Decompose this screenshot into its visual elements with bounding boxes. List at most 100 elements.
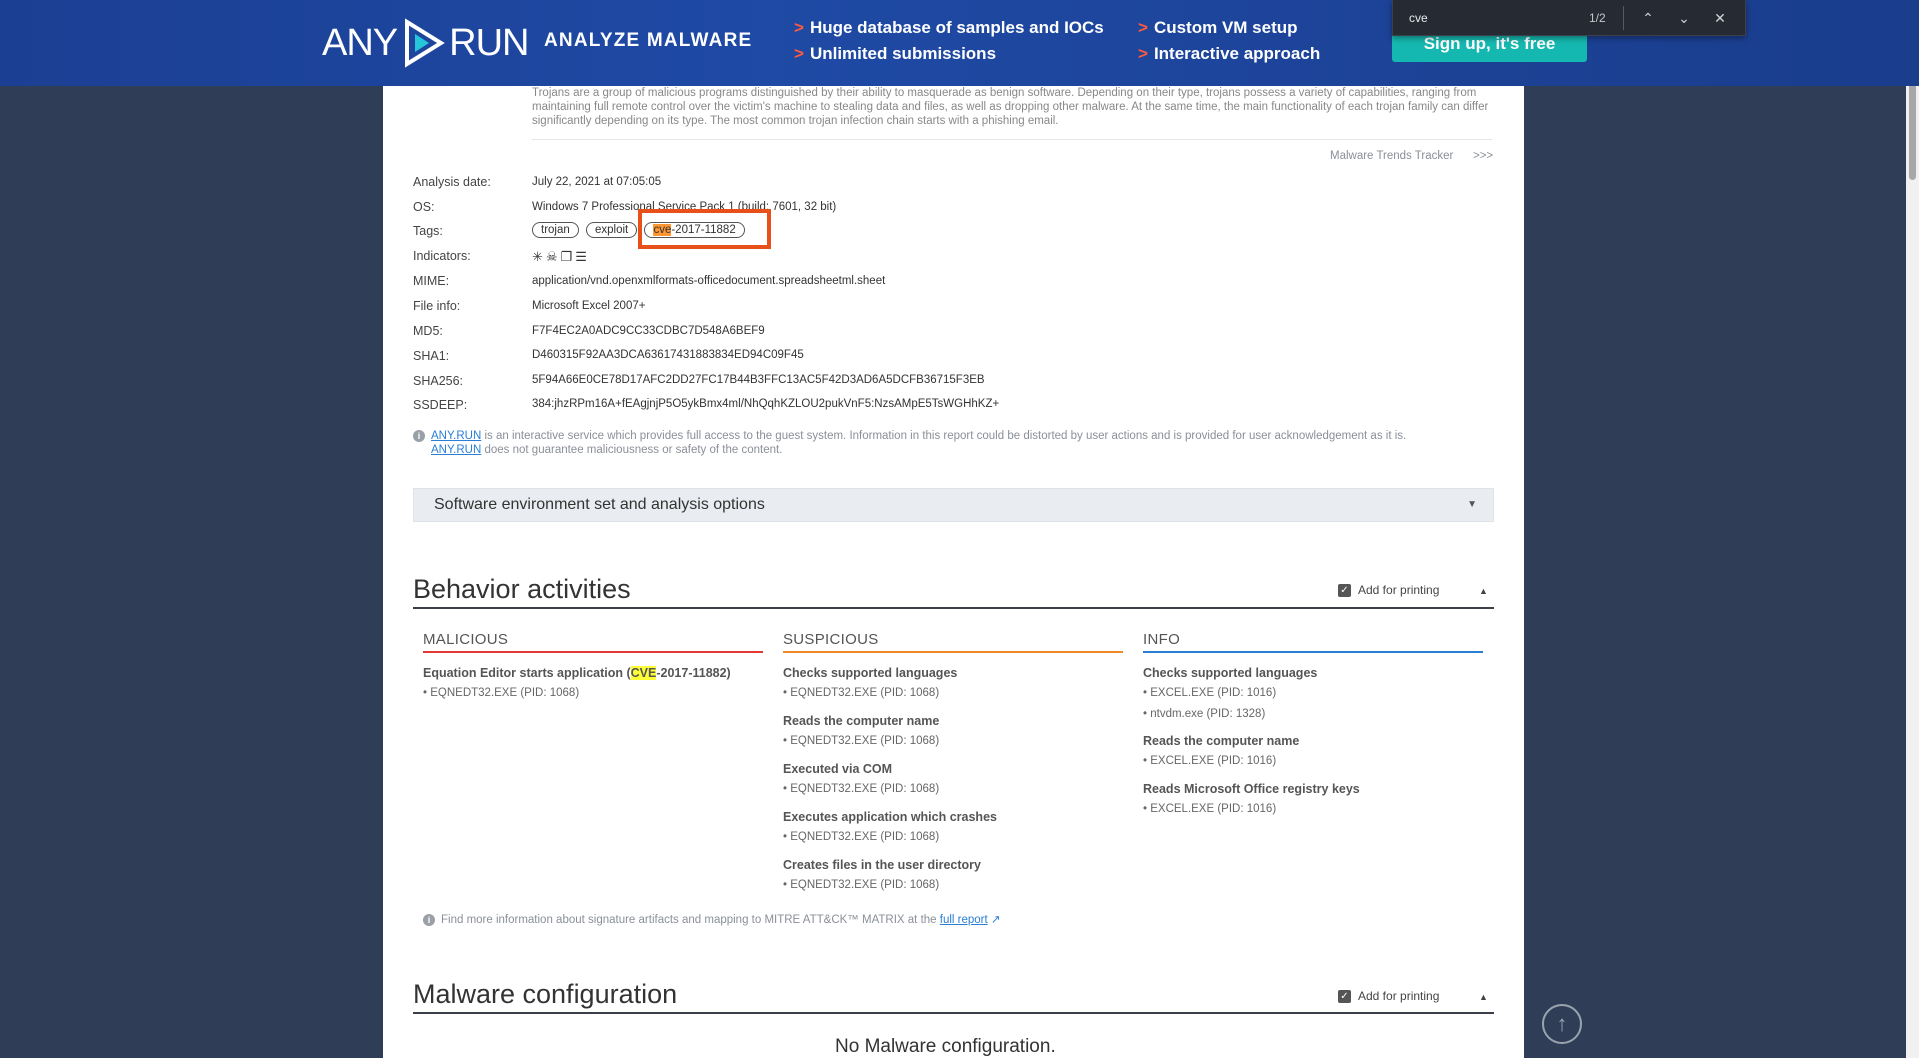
highlight-box xyxy=(638,209,771,249)
trends-arrow[interactable]: >>> xyxy=(1473,150,1493,162)
software-environment-toggle[interactable]: Software environment set and analysis op… xyxy=(413,488,1494,522)
suspicious-item-title[interactable]: Checks supported languages xyxy=(783,666,957,680)
banner-feature: > Custom VM setup xyxy=(1138,18,1298,37)
process-item[interactable]: • EXCEL.EXE (PID: 1016) xyxy=(1143,803,1276,815)
suspicious-item-title[interactable]: Creates files in the user directory xyxy=(783,858,981,872)
process-item[interactable]: • EQNEDT32.EXE (PID: 1068) xyxy=(783,735,939,747)
arrow-up-icon: ↑ xyxy=(1556,1011,1568,1036)
process-item[interactable]: • EQNEDT32.EXE (PID: 1068) xyxy=(423,687,579,699)
suspicious-item-title[interactable]: Reads the computer name xyxy=(783,714,939,728)
arrow-icon: > xyxy=(794,18,804,37)
section-divider xyxy=(413,1012,1494,1014)
section-divider xyxy=(413,607,1494,609)
scroll-to-top-button[interactable]: ↑ xyxy=(1542,1004,1582,1044)
process-item[interactable]: • ntvdm.exe (PID: 1328) xyxy=(1143,708,1265,720)
find-separator xyxy=(1623,6,1624,30)
analysis-date-value: July 22, 2021 at 07:05:05 xyxy=(532,176,662,188)
find-count: 1/2 xyxy=(1589,11,1606,25)
ssdeep-label: SSDEEP: xyxy=(413,398,468,412)
info-icon: i xyxy=(413,430,425,442)
sha1-value: D460315F92AA3DCA63617431883834ED94C09F45 xyxy=(532,349,804,361)
malicious-item-title[interactable]: Equation Editor starts application (CVE-… xyxy=(423,666,731,680)
list-icon[interactable]: ☰ xyxy=(575,249,590,264)
sha256-value: 5F94A66E0CE78D17AFC2DD27FC17B44B3FFC13AC… xyxy=(532,374,985,386)
tag-exploit[interactable]: exploit xyxy=(585,222,638,238)
close-icon[interactable]: ✕ xyxy=(1707,6,1733,30)
disclaimer-notice: i ANY.RUN is an interactive service which… xyxy=(413,429,1493,457)
chevron-down-icon[interactable]: ⌄ xyxy=(1671,6,1697,30)
process-item[interactable]: • EQNEDT32.EXE (PID: 1068) xyxy=(783,687,939,699)
divider xyxy=(532,139,1492,140)
collapse-icon[interactable]: ▲ xyxy=(1479,992,1488,1002)
analysis-date-label: Analysis date: xyxy=(413,175,491,189)
process-item[interactable]: • EQNEDT32.EXE (PID: 1068) xyxy=(783,783,939,795)
logo-play-icon xyxy=(405,18,445,68)
behavior-title: Behavior activities xyxy=(413,574,631,604)
malware-description: Trojans are a group of malicious program… xyxy=(532,87,1489,127)
find-more-note: i Find more information about signature a… xyxy=(423,912,1001,926)
arrow-icon: > xyxy=(1138,18,1148,37)
no-config-message: No Malware configuration. xyxy=(835,1036,1056,1057)
skull-icon[interactable]: ☠ xyxy=(546,249,561,264)
trends-tracker-link[interactable]: Malware Trends Tracker xyxy=(1330,150,1453,162)
info-header: INFO xyxy=(1143,631,1181,648)
logo-any: ANY xyxy=(322,21,398,64)
mime-label: MIME: xyxy=(413,274,450,288)
checkbox-icon[interactable]: ✓ xyxy=(1338,989,1351,1003)
suspicious-item-title[interactable]: Executed via COM xyxy=(783,762,892,776)
chevron-down-icon: ▼ xyxy=(1467,499,1477,510)
md5-label: MD5: xyxy=(413,324,443,338)
os-label: OS: xyxy=(413,200,435,214)
sha1-label: SHA1: xyxy=(413,349,450,363)
add-for-printing-checkbox[interactable]: ✓ Add for printing xyxy=(1338,989,1439,1003)
malicious-header: MALICIOUS xyxy=(423,631,509,648)
collapse-icon[interactable]: ▲ xyxy=(1479,586,1488,596)
software-environment-label: Software environment set and analysis op… xyxy=(434,496,765,513)
sha256-label: SHA256: xyxy=(413,374,464,388)
info-icon: i xyxy=(423,914,435,926)
info-item-title[interactable]: Checks supported languages xyxy=(1143,666,1317,680)
anyrun-logo[interactable]: ANY RUN xyxy=(322,16,529,70)
full-report-link[interactable]: full report xyxy=(940,914,988,926)
banner-feature: > Unlimited submissions xyxy=(794,44,997,63)
anyrun-link[interactable]: ANY.RUN xyxy=(431,430,481,442)
anyrun-link[interactable]: ANY.RUN xyxy=(431,444,481,456)
add-for-printing-checkbox[interactable]: ✓ Add for printing xyxy=(1338,583,1439,597)
info-underline xyxy=(1143,651,1483,653)
banner-headline: ANALYZE MALWARE xyxy=(544,30,753,51)
info-item-title[interactable]: Reads the computer name xyxy=(1143,734,1299,748)
banner-feature: > Interactive approach xyxy=(1138,44,1321,63)
spark-icon[interactable]: ✳ xyxy=(532,249,546,264)
process-item[interactable]: • EXCEL.EXE (PID: 1016) xyxy=(1143,755,1276,767)
find-bar: cve 1/2 ⌃ ⌄ ✕ xyxy=(1392,0,1746,36)
process-item[interactable]: • EQNEDT32.EXE (PID: 1068) xyxy=(783,879,939,891)
malware-config-title: Malware configuration xyxy=(413,979,678,1009)
ssdeep-value: 384:jhzRPm16A+fEAgjnjP5O5ykBmx4ml/NhQqhK… xyxy=(532,398,1000,410)
logo-run: RUN xyxy=(449,21,529,64)
fileinfo-value: Microsoft Excel 2007+ xyxy=(532,300,646,312)
process-item[interactable]: • EQNEDT32.EXE (PID: 1068) xyxy=(783,831,939,843)
arrow-icon: > xyxy=(1138,44,1148,63)
chevron-up-icon[interactable]: ⌃ xyxy=(1635,6,1661,30)
find-input[interactable]: cve xyxy=(1409,11,1428,25)
md5-value: F7F4EC2A0ADC9CC33CDBC7D548A6BEF9 xyxy=(532,325,765,337)
indicators-label: Indicators: xyxy=(413,249,471,263)
suspicious-header: SUSPICIOUS xyxy=(783,631,879,648)
checkbox-icon[interactable]: ✓ xyxy=(1338,583,1351,597)
tags-label: Tags: xyxy=(413,224,443,238)
info-item-title[interactable]: Reads Microsoft Office registry keys xyxy=(1143,782,1360,796)
copy-icon[interactable]: ❐ xyxy=(561,249,576,264)
process-item[interactable]: • EXCEL.EXE (PID: 1016) xyxy=(1143,687,1276,699)
find-match: CVE xyxy=(630,666,657,680)
arrow-icon: > xyxy=(794,44,804,63)
suspicious-underline xyxy=(783,651,1123,653)
suspicious-item-title[interactable]: Executes application which crashes xyxy=(783,810,997,824)
mime-value: application/vnd.openxmlformats-officedoc… xyxy=(532,275,886,287)
page-scrollbar[interactable] xyxy=(1906,0,1919,1058)
indicators-icons: ✳☠❐☰ xyxy=(532,249,590,265)
banner-feature: > Huge database of samples and IOCs xyxy=(794,18,1104,37)
fileinfo-label: File info: xyxy=(413,299,461,313)
malicious-underline xyxy=(423,651,763,653)
external-link-icon[interactable]: ↗ xyxy=(991,914,1001,926)
tag-trojan[interactable]: trojan xyxy=(532,222,579,238)
